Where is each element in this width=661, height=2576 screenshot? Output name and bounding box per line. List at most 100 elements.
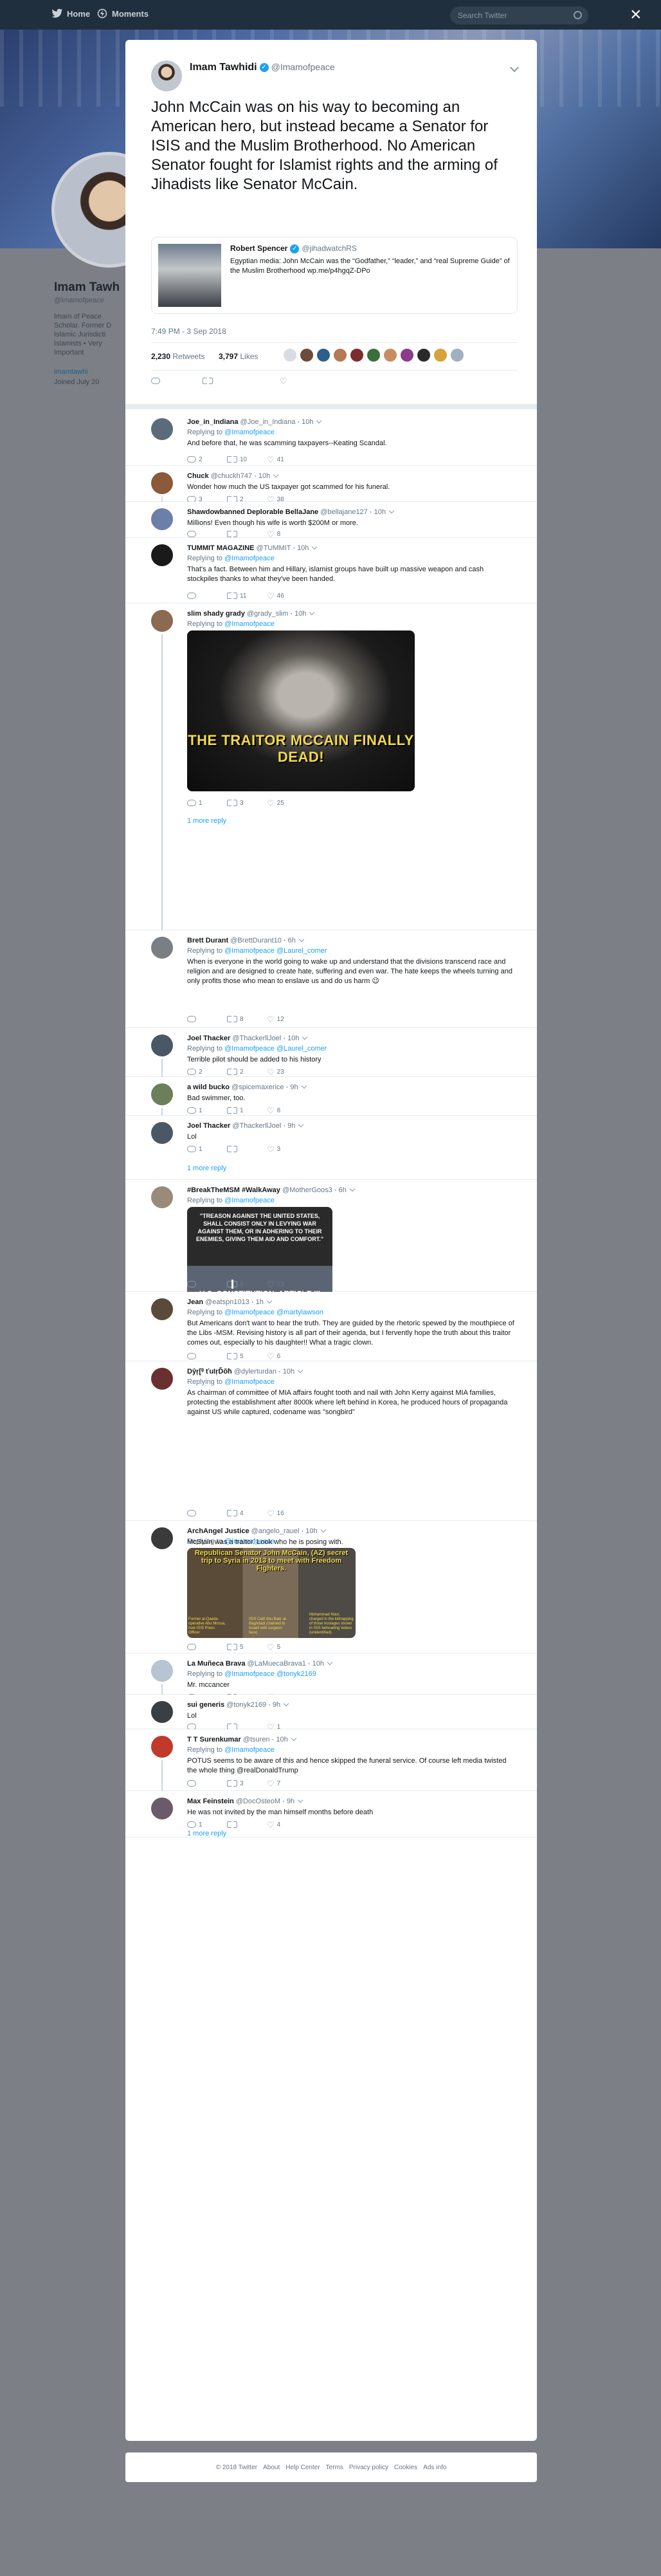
reply-time[interactable]: 10h	[258, 472, 270, 480]
footer-link[interactable]: Help Center	[285, 2464, 320, 2471]
chevron-down-icon[interactable]	[320, 1527, 326, 1533]
liker-avatar[interactable]	[316, 348, 330, 362]
reply-time[interactable]: 9h	[287, 1798, 294, 1805]
replying-to-handles[interactable]: @Imamofpeace	[224, 1746, 275, 1754]
reply-avatar[interactable]	[151, 1527, 173, 1549]
reply-author-handle[interactable]: @bellajane127	[320, 508, 368, 516]
reply-time[interactable]: 1h	[256, 1298, 264, 1306]
quoted-tweet[interactable]: Robert Spencer ✓ @jihadwatchRS Egyptian me…	[151, 237, 518, 314]
replying-to-handles[interactable]: @Imamofpeace @Laurel_comer	[224, 1045, 327, 1053]
liker-avatar[interactable]	[333, 348, 347, 362]
chevron-down-icon[interactable]	[388, 508, 395, 514]
reply-time[interactable]: 10h	[297, 544, 309, 552]
like-button[interactable]: ♡ 16	[267, 1507, 284, 1520]
chevron-down-icon[interactable]	[349, 1186, 356, 1192]
more-replies-link[interactable]: 1 more reply	[187, 1830, 226, 1837]
liker-avatar[interactable]	[350, 348, 364, 362]
nav-home[interactable]: Home	[51, 8, 90, 19]
chevron-down-icon[interactable]	[509, 62, 520, 73]
footer-link[interactable]: Privacy policy	[349, 2464, 388, 2471]
replying-to-handles[interactable]: @Imamofpeace	[224, 428, 275, 436]
liker-avatar[interactable]	[450, 348, 464, 362]
chevron-down-icon[interactable]	[327, 1659, 333, 1666]
like-button[interactable]: ♡ 41	[267, 453, 284, 466]
reply-author-name[interactable]: Chuck	[187, 472, 209, 480]
chevron-down-icon[interactable]	[298, 1121, 304, 1128]
reply-author-handle[interactable]: @dylerturdan	[234, 1368, 276, 1375]
reply-button[interactable]	[187, 1278, 199, 1291]
profile-link[interactable]: imamtawhi	[54, 368, 88, 376]
reply-author-handle[interactable]: @Joe_in_Indiana	[240, 418, 296, 426]
replying-to-handles[interactable]: @Imamofpeace	[224, 1378, 275, 1386]
reply-avatar[interactable]	[151, 508, 173, 530]
reply-time[interactable]: 10h	[294, 610, 306, 618]
reply-tweet[interactable]: TUMMIT MAGAZINE @TUMMIT · 10h Replying to…	[125, 538, 537, 603]
reply-button[interactable]	[187, 1013, 199, 1026]
reply-button[interactable]	[187, 589, 199, 602]
profile-handle[interactable]: @Imamofpeace	[54, 297, 104, 304]
reply-button[interactable]	[187, 1641, 199, 1653]
chevron-down-icon[interactable]	[301, 1083, 307, 1089]
reply-time[interactable]: 10h	[312, 1660, 324, 1668]
reply-tweet[interactable]: #BreakTheMSM #WalkAway @MotherGoos3 · 6h…	[125, 1180, 537, 1314]
like-button[interactable]: ♡ 7	[267, 1777, 280, 1790]
replying-to-handles[interactable]: @Imamofpeace @martylawson	[224, 1309, 323, 1316]
reply-author-name[interactable]: Dŷŗ[ᶿ ťuIŗĎŏħ	[187, 1368, 232, 1375]
reply-author-name[interactable]: Joel Thacker	[187, 1122, 230, 1130]
liker-avatar[interactable]	[383, 348, 397, 362]
reply-author-handle[interactable]: @grady_slim	[247, 610, 288, 618]
tweet-timestamp[interactable]: 7:49 PM - 3 Sep 2018	[151, 327, 226, 336]
reply-tweet[interactable]: sui generis @tonyk2169 · 9h Lol ♡ 1	[125, 1695, 537, 1731]
retweet-button[interactable]: 1	[227, 1104, 244, 1117]
reply-button[interactable]	[187, 1777, 199, 1790]
replying-to-handles[interactable]: @Imamofpeace	[224, 555, 275, 562]
retweet-button[interactable]: 11	[227, 589, 246, 602]
like-button[interactable]: ♡ 46	[267, 589, 284, 602]
like-button[interactable]: ♡ 4	[267, 1818, 280, 1831]
reply-author-name[interactable]: sui generis	[187, 1701, 224, 1709]
liker-avatar[interactable]	[300, 348, 314, 362]
reply-avatar[interactable]	[151, 544, 173, 566]
liker-avatar[interactable]	[433, 348, 448, 362]
chevron-down-icon[interactable]	[298, 936, 305, 943]
chevron-down-icon[interactable]	[297, 1367, 303, 1374]
reply-author-handle[interactable]: @TUMMIT	[257, 544, 291, 552]
reply-button[interactable]: 2	[187, 1065, 203, 1078]
replying-to-handles[interactable]: @Imamofpeace @tonyk2169	[224, 1670, 316, 1678]
retweet-count[interactable]: 2,230 Retweets	[151, 352, 204, 361]
reply-avatar[interactable]	[151, 1736, 173, 1758]
like-button[interactable]: ♡	[280, 374, 287, 387]
retweet-button[interactable]	[203, 374, 213, 387]
reply-avatar[interactable]	[151, 1186, 173, 1208]
like-button[interactable]: ♡ 23	[267, 1065, 284, 1078]
reply-author-name[interactable]: Jean	[187, 1298, 203, 1306]
chevron-down-icon[interactable]	[297, 1797, 303, 1803]
like-count[interactable]: 3,797 Likes	[219, 352, 258, 361]
reply-button[interactable]: 1	[187, 1818, 203, 1831]
retweet-button[interactable]: 5	[227, 1350, 244, 1363]
reply-tweet[interactable]: ArchAngel Justice @angelo_rauel · 10h Rep…	[125, 1521, 537, 1653]
retweet-button[interactable]: 4	[227, 1278, 244, 1291]
reply-avatar[interactable]	[151, 1368, 173, 1390]
reply-time[interactable]: 10h	[302, 418, 313, 426]
reply-author-name[interactable]: Brett Durant	[187, 937, 228, 944]
more-replies-link[interactable]: 1 more reply	[187, 1164, 226, 1172]
reply-author-handle[interactable]: @spicemaxerice	[231, 1083, 284, 1091]
retweet-button[interactable]: 8	[227, 1013, 244, 1026]
reply-button[interactable]: 2	[187, 453, 203, 466]
reply-author-name[interactable]: Joe_in_Indiana	[187, 418, 238, 426]
nav-moments[interactable]: Moments	[96, 8, 149, 19]
retweet-button[interactable]: 2	[227, 1065, 244, 1078]
like-button[interactable]: ♡ 8	[267, 1104, 280, 1117]
reply-tweet[interactable]: T T Surenkumar @tsuren · 10h Replying to …	[125, 1729, 537, 1794]
reply-avatar[interactable]	[151, 937, 173, 959]
retweet-button[interactable]: 3	[227, 796, 244, 809]
reply-author-name[interactable]: Joel Thacker	[187, 1035, 230, 1042]
liker-avatar[interactable]	[417, 348, 431, 362]
reply-author-handle[interactable]: @ThackerllJoel	[232, 1035, 281, 1042]
chevron-down-icon[interactable]	[312, 544, 318, 550]
retweet-button[interactable]: 10	[227, 453, 247, 466]
liker-avatar[interactable]	[367, 348, 381, 362]
reply-avatar[interactable]	[151, 1083, 173, 1105]
reply-author-handle[interactable]: @BrettDurant10	[230, 937, 282, 944]
